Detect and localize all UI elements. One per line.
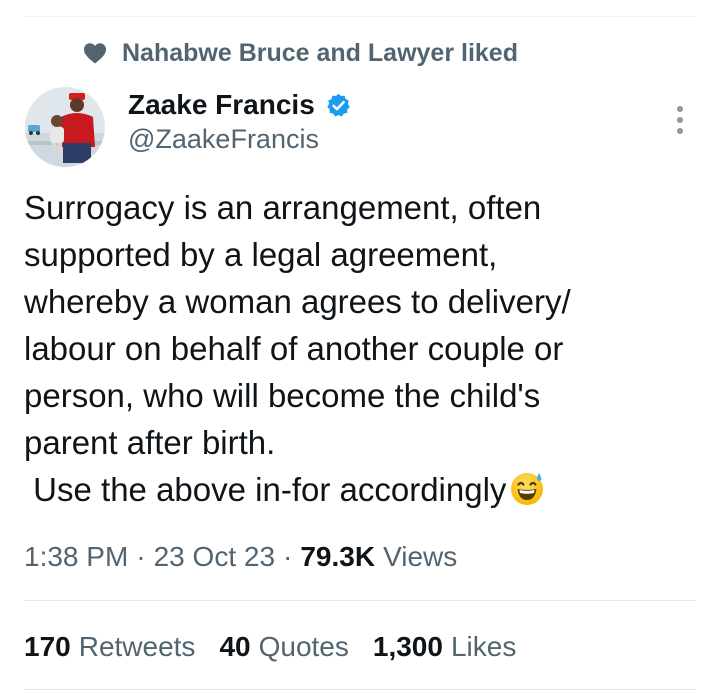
author-display-name[interactable]: Zaake Francis — [128, 89, 315, 121]
retweets-label: Retweets — [78, 631, 196, 662]
author-block: Zaake Francis @ZaakeFrancis — [128, 86, 352, 155]
quotes-label: Quotes — [258, 631, 349, 662]
avatar[interactable] — [25, 87, 105, 167]
tweet-time[interactable]: 1:38 PM — [24, 541, 128, 573]
tweet-meta: 1:38 PM · 23 Oct 23 · 79.3K Views — [24, 536, 457, 578]
views-label: Views — [383, 541, 458, 572]
divider — [24, 689, 696, 690]
views-count: 79.3K — [300, 541, 376, 572]
tweet-date[interactable]: 23 Oct 23 — [154, 541, 275, 573]
more-options-button[interactable] — [664, 100, 696, 140]
divider — [24, 600, 696, 601]
top-divider — [24, 16, 696, 17]
likes-label: Likes — [450, 631, 517, 662]
meta-separator: · — [136, 541, 146, 572]
more-vertical-icon-dot — [677, 117, 683, 123]
verified-badge-icon — [325, 92, 352, 119]
grinning-sweat-emoji — [508, 469, 546, 507]
social-context[interactable]: Nahabwe Bruce and Lawyer liked — [82, 36, 518, 70]
meta-separator: · — [283, 541, 293, 572]
retweets-stat[interactable]: 170 Retweets — [24, 631, 195, 663]
retweets-count: 170 — [24, 631, 71, 662]
name-row: Zaake Francis — [128, 86, 352, 124]
quotes-count: 40 — [219, 631, 251, 662]
social-context-text: Nahabwe Bruce and Lawyer liked — [122, 38, 518, 67]
tweet-text: Surrogacy is an arrangement, often suppo… — [24, 184, 704, 513]
tweet-body: Surrogacy is an arrangement, often suppo… — [24, 189, 571, 508]
likes-count: 1,300 — [372, 631, 443, 662]
heart-icon — [82, 40, 108, 66]
likes-stat[interactable]: 1,300 Likes — [373, 631, 516, 663]
more-vertical-icon-dot — [677, 128, 683, 134]
author-handle[interactable]: @ZaakeFrancis — [128, 124, 352, 155]
quotes-stat[interactable]: 40 Quotes — [219, 631, 348, 663]
more-vertical-icon — [677, 106, 683, 112]
engagement-stats: 170 Retweets 40 Quotes 1,300 Likes — [24, 626, 540, 668]
